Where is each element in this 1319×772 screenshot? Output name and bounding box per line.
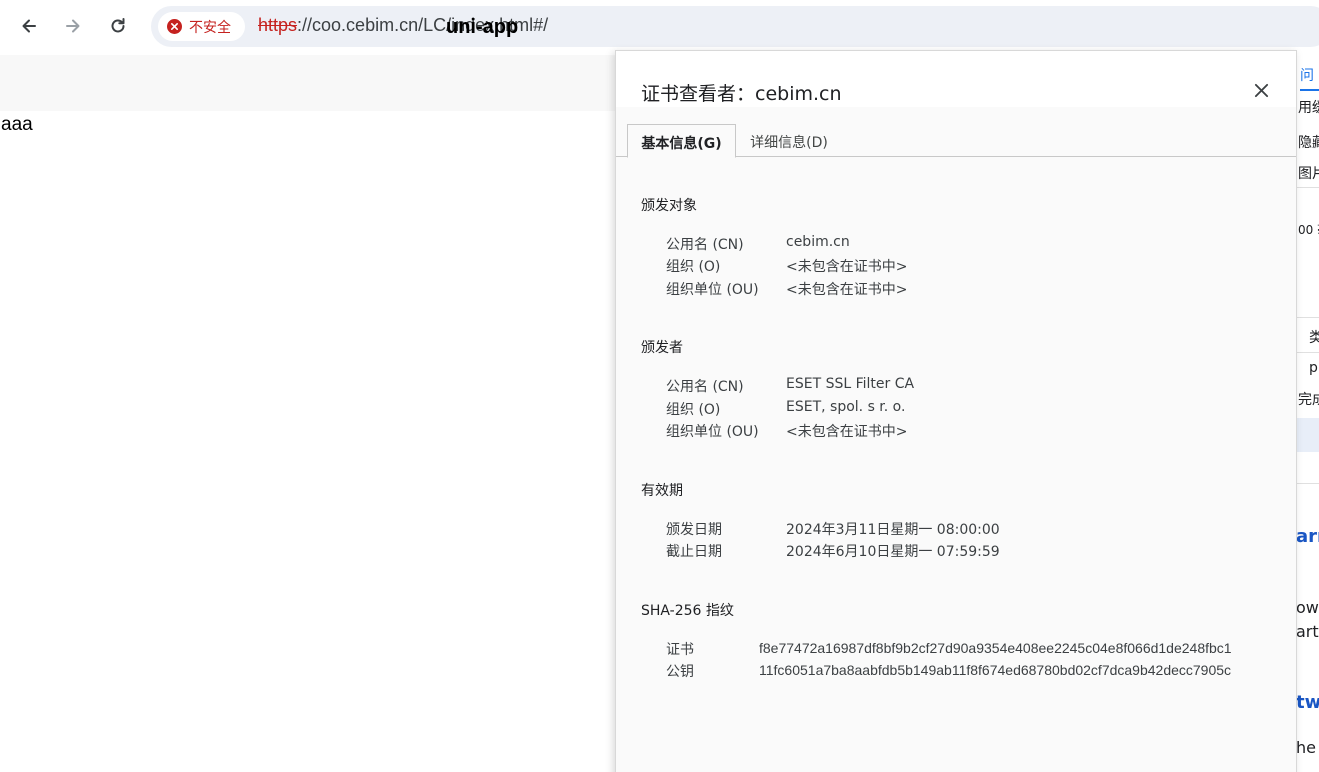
page-title: uni-app [446,16,519,38]
security-chip[interactable]: 不安全 [158,12,245,41]
arrow-left-icon [22,19,36,33]
background-link[interactable]: arn [1296,526,1319,547]
field-value: cebim.cn [786,234,850,250]
background-text: p [1309,360,1318,376]
field-value: ESET SSL Filter CA [786,376,915,392]
field-label: 公用名 (CN) [666,237,744,253]
issued-by-heading: 颁发者 [641,340,683,356]
tab-basic-info[interactable]: 基本信息(G) [627,124,736,158]
background-link[interactable]: twe [1296,692,1319,713]
divider [1296,352,1319,353]
field-label: 组织 (O) [666,259,721,275]
not-secure-icon [167,19,182,34]
close-icon [1254,83,1268,97]
url-scheme: https [258,15,298,35]
reload-icon [111,18,125,33]
field-value: 2024年3月11日星期一 08:00:00 [786,522,1000,538]
address-bar[interactable]: 不安全 https://coo.cebim.cn/LC/index.html#/ [151,6,1319,47]
field-label: 截止日期 [666,544,722,560]
background-page: 问 用缓 隐藏 图片 00 毫 类 p 完成 arn ow s arty twe… [1296,55,1319,772]
public-key-fingerprint: 11fc6051a7ba8aabfdb5b149ab11f8f674ed6878… [759,662,1232,678]
field-label: 公钥 [666,664,694,680]
field-value: <未包含在证书中> [786,424,908,440]
forward-button[interactable] [55,8,91,44]
field-value: <未包含在证书中> [786,259,908,275]
background-text: 类 [1309,330,1319,346]
dialog-title: 证书查看者：cebim.cn [641,83,842,105]
field-label: 颁发日期 [666,522,722,538]
issued-to-heading: 颁发对象 [641,198,697,214]
page-body-text: aaa [1,114,33,135]
divider [1296,187,1319,188]
background-text: arty [1296,622,1319,641]
background-text: 用缓 [1298,100,1319,116]
background-text: he [1296,738,1316,757]
divider [1296,483,1319,484]
background-text: 00 毫 [1298,223,1319,237]
divider [1296,317,1319,318]
background-text: 完成 [1298,392,1319,408]
field-label: 证书 [666,642,694,658]
field-label: 组织单位 (OU) [666,424,759,440]
fingerprint-heading: SHA-256 指纹 [641,603,734,619]
tab-detail-info[interactable]: 详细信息(D) [741,124,837,157]
security-label: 不安全 [189,19,231,36]
field-label: 组织 (O) [666,402,721,418]
close-button[interactable] [1249,78,1273,102]
field-label: 组织单位 (OU) [666,282,759,298]
browser-toolbar: 不安全 https://coo.cebim.cn/LC/index.html#/ [0,0,1319,55]
back-button[interactable] [11,8,47,44]
background-text: 图片 [1298,166,1319,182]
certificate-viewer-dialog: 证书查看者：cebim.cn 基本信息(G) 详细信息(D) 颁发对象 公用名 … [615,50,1297,772]
background-text: 隐藏 [1298,135,1319,151]
reload-button[interactable] [100,8,136,44]
background-highlight [1296,418,1319,452]
field-label: 公用名 (CN) [666,379,744,395]
tab-strip: 基本信息(G) 详细信息(D) [616,123,1296,158]
certificate-fingerprint: f8e77472a16987df8bf9b2cf27d90a9354e408ee… [759,640,1232,656]
field-value: 2024年6月10日星期一 07:59:59 [786,544,1000,560]
field-value: ESET, spol. s r. o. [786,399,906,415]
validity-heading: 有效期 [641,483,683,499]
background-tab[interactable]: 问 [1300,65,1319,91]
field-value: <未包含在证书中> [786,282,908,298]
background-text: ow s [1296,598,1319,617]
arrow-right-icon [66,19,80,33]
